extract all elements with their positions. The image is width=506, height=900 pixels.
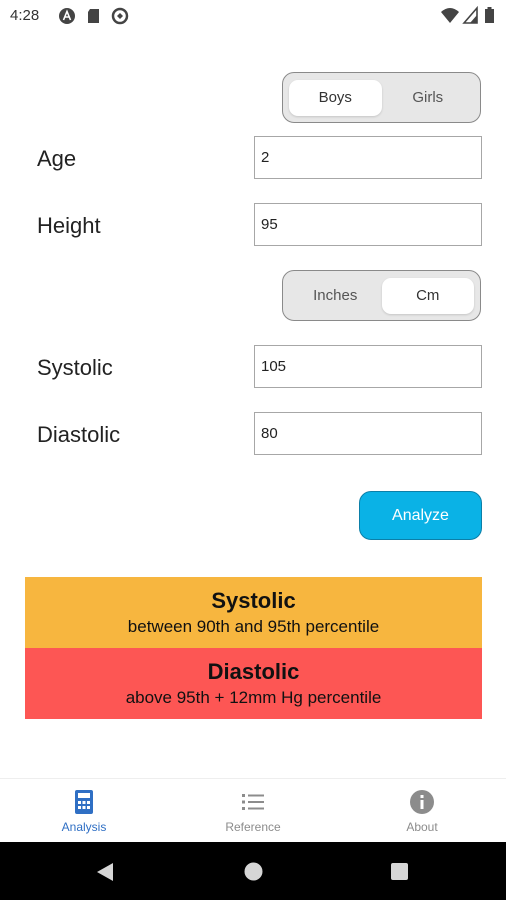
systolic-result-detail: between 90th and 95th percentile	[127, 617, 380, 636]
age-input[interactable]	[254, 136, 482, 179]
nav-label-reference: Reference	[225, 820, 281, 834]
gender-toggle[interactable]: Boys Girls	[282, 72, 481, 123]
back-icon[interactable]	[94, 861, 116, 883]
systolic-result-card: Systolic between 90th and 95th percentil…	[25, 577, 482, 648]
systolic-label: Systolic	[37, 355, 113, 380]
analyze-button[interactable]: Analyze	[359, 491, 482, 540]
unit-toggle[interactable]: Inches Cm	[282, 270, 481, 321]
info-icon	[410, 790, 434, 814]
gender-option-girls[interactable]: Girls	[382, 80, 475, 116]
systolic-input[interactable]	[254, 345, 482, 388]
home-icon[interactable]	[243, 861, 264, 882]
nav-item-reference[interactable]: Reference	[169, 779, 337, 843]
sd-card-icon	[88, 9, 99, 23]
recents-icon[interactable]	[389, 861, 410, 882]
calculator-icon	[75, 790, 93, 814]
diastolic-result-detail: above 95th + 12mm Hg percentile	[125, 688, 382, 707]
systolic-result-title: Systolic	[211, 588, 296, 613]
height-label: Height	[37, 213, 101, 238]
nav-item-about[interactable]: About	[338, 779, 506, 843]
sync-icon	[111, 7, 129, 25]
nav-label-analysis: Analysis	[61, 820, 107, 834]
status-time: 4:28	[10, 7, 40, 24]
nav-label-about: About	[406, 820, 438, 834]
diastolic-result-title: Diastolic	[207, 659, 300, 684]
unit-option-inches[interactable]: Inches	[289, 278, 382, 314]
nav-item-analysis[interactable]: Analysis	[0, 779, 168, 843]
status-bar: 4:28	[0, 0, 506, 32]
list-icon	[242, 794, 264, 810]
unit-option-cm[interactable]: Cm	[381, 277, 474, 314]
gender-option-boys[interactable]: Boys	[289, 79, 382, 116]
battery-icon	[485, 7, 494, 23]
signal-icon	[462, 6, 478, 24]
age-label: Age	[37, 146, 77, 171]
wifi-icon	[441, 8, 459, 23]
bottom-nav: Analysis Reference About	[0, 778, 506, 843]
diastolic-label: Diastolic	[37, 422, 121, 447]
diastolic-result-card: Diastolic above 95th + 12mm Hg percentil…	[25, 648, 482, 719]
app-a-icon	[59, 8, 75, 24]
diastolic-input[interactable]	[254, 412, 482, 455]
height-input[interactable]	[254, 203, 482, 246]
system-nav-bar	[0, 842, 506, 900]
